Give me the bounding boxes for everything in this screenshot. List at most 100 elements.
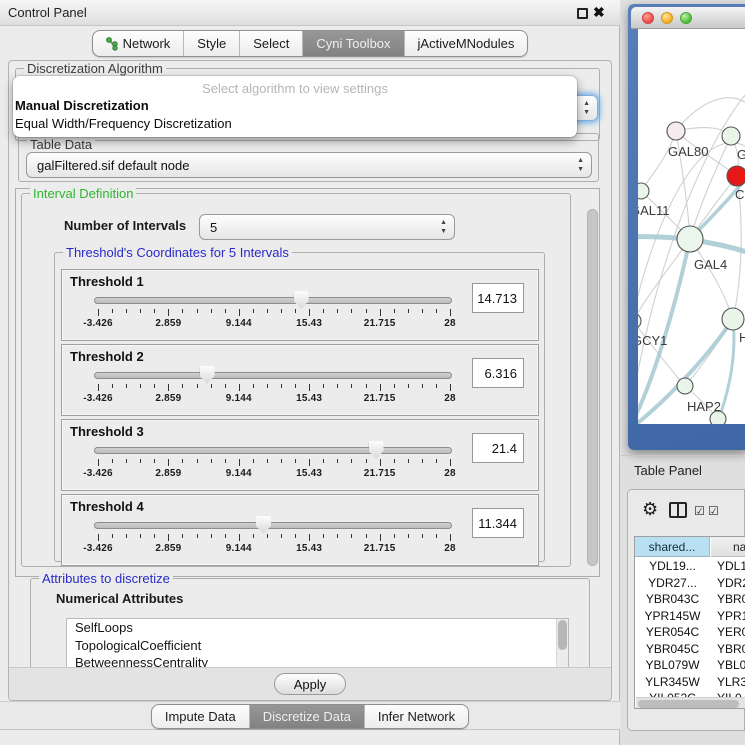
apply-button[interactable]: Apply <box>274 673 346 695</box>
tick-mark <box>267 534 268 538</box>
tick-mark <box>281 384 282 388</box>
slider-thumb-icon[interactable] <box>200 366 215 384</box>
tab-label: jActiveMNodules <box>418 31 515 56</box>
scale-label: 9.144 <box>209 393 269 404</box>
float-window-icon[interactable] <box>577 8 588 19</box>
threshold-slider-track[interactable] <box>94 297 452 304</box>
attribute-list-item[interactable]: BetweennessCentrality <box>67 654 568 668</box>
scale-label: 9.144 <box>209 468 269 479</box>
split-view-icon[interactable] <box>669 502 687 518</box>
tab-infer-network[interactable]: Infer Network <box>364 705 468 728</box>
tick-mark <box>337 384 338 388</box>
number-of-intervals-label: Number of Intervals <box>64 218 186 233</box>
tick-mark <box>351 309 352 313</box>
slider-thumb-icon[interactable] <box>294 291 309 309</box>
table-row[interactable]: YPR145WYPR1 <box>635 608 745 625</box>
tab-style[interactable]: Style <box>183 31 239 56</box>
checkbox-icon[interactable]: ☑ <box>694 504 705 518</box>
tab-select[interactable]: Select <box>239 31 302 56</box>
tick-mark <box>380 459 381 466</box>
column-header-shared-name[interactable]: shared... <box>635 537 710 557</box>
tab-network[interactable]: Network <box>93 31 184 56</box>
network-node[interactable] <box>727 166 745 186</box>
tick-mark <box>112 309 113 313</box>
table-row[interactable]: YDL19...YDL1 <box>635 558 745 575</box>
scale-label: 21.715 <box>350 543 410 554</box>
network-node[interactable] <box>677 226 703 252</box>
table-panel-title: Table Panel <box>634 463 702 478</box>
network-node[interactable] <box>722 127 740 145</box>
checkbox-icon[interactable]: ☑ <box>708 504 719 518</box>
cell-name: YER0 <box>717 624 745 640</box>
tick-mark <box>211 309 212 313</box>
table-data-group: Table Data galFiltered.sif default node … <box>18 133 599 182</box>
attribute-list-item[interactable]: SelfLoops <box>67 619 568 637</box>
threshold-value-field[interactable] <box>472 283 524 313</box>
cell-shared-name: YLR345W <box>635 674 710 690</box>
vertical-scrollbar[interactable] <box>587 209 598 566</box>
table-row[interactable]: YBR045CYBR0 <box>635 641 745 658</box>
algorithm-option-manual[interactable]: Manual Discretization <box>15 98 149 113</box>
tick-mark <box>126 384 127 388</box>
attributes-scrollbar[interactable] <box>556 619 568 668</box>
table-row[interactable]: YLR345WYLR3 <box>635 674 745 691</box>
algorithm-option-equal-width[interactable]: Equal Width/Frequency Discretization <box>15 116 232 131</box>
network-canvas[interactable]: GAL80GACGAL11GAL4GCY1HHAP2 <box>638 29 745 424</box>
close-icon[interactable]: ✖ <box>593 4 605 21</box>
network-node[interactable] <box>638 313 641 329</box>
minimize-traffic-light-icon[interactable] <box>661 12 673 24</box>
interval-definition-group: Interval Definition Number of Intervals … <box>21 193 571 567</box>
threshold-slider-track[interactable] <box>94 372 452 379</box>
slider-thumb-icon[interactable] <box>369 441 384 459</box>
close-traffic-light-icon[interactable] <box>642 12 654 24</box>
scale-label: -3.426 <box>68 393 128 404</box>
network-node[interactable] <box>667 122 685 140</box>
tick-mark <box>309 384 310 391</box>
table-row[interactable]: YBR043CYBR0 <box>635 591 745 608</box>
network-node[interactable] <box>722 308 744 330</box>
cell-name: YDL1 <box>717 558 745 574</box>
threshold-slider-track[interactable] <box>94 447 452 454</box>
slider-ticks <box>98 309 450 316</box>
column-header-name[interactable]: na <box>711 537 745 557</box>
tick-mark <box>168 309 169 316</box>
tick-mark <box>394 459 395 463</box>
tick-mark <box>182 384 183 388</box>
tab-jactivemnodules[interactable]: jActiveMNodules <box>404 31 528 56</box>
table-data-combo[interactable]: galFiltered.sif default node ▲▼ <box>26 152 592 178</box>
scale-label: 2.859 <box>138 393 198 404</box>
tick-mark <box>281 309 282 313</box>
tick-mark <box>436 309 437 313</box>
tab-cyni-toolbox[interactable]: Cyni Toolbox <box>302 31 403 56</box>
tick-mark <box>112 459 113 463</box>
network-node[interactable] <box>677 378 693 394</box>
threshold-box: Threshold 2-3.4262.8599.14415.4321.71528 <box>61 344 539 416</box>
tick-mark <box>98 459 99 466</box>
tick-mark <box>253 534 254 538</box>
table-row[interactable]: YER054CYER0 <box>635 624 745 641</box>
tick-mark <box>225 309 226 313</box>
slider-thumb-icon[interactable] <box>256 516 271 534</box>
threshold-slider-track[interactable] <box>94 522 452 529</box>
number-of-intervals-combo[interactable]: 5 ▲▼ <box>199 214 455 240</box>
gear-icon[interactable]: ⚙ <box>642 499 658 520</box>
table-row[interactable]: YBL079WYBL0 <box>635 657 745 674</box>
table-row[interactable]: YDR27...YDR2 <box>635 575 745 592</box>
attribute-list-item[interactable]: TopologicalCoefficient <box>67 637 568 655</box>
tick-mark <box>197 459 198 463</box>
tab-impute-data[interactable]: Impute Data <box>152 705 249 728</box>
tick-mark <box>309 459 310 466</box>
threshold-value-field[interactable] <box>472 508 524 538</box>
horizontal-scrollbar <box>636 697 745 709</box>
tick-mark <box>422 459 423 463</box>
tab-discretize-data[interactable]: Discretize Data <box>249 705 364 728</box>
tick-mark <box>98 384 99 391</box>
tick-mark <box>154 534 155 538</box>
tick-mark <box>239 309 240 316</box>
horizontal-scrollbar-thumb[interactable] <box>638 700 739 708</box>
network-node[interactable] <box>638 183 649 199</box>
zoom-traffic-light-icon[interactable] <box>680 12 692 24</box>
network-window-titlebar[interactable] <box>631 7 745 29</box>
threshold-value-field[interactable] <box>472 433 524 463</box>
threshold-value-field[interactable] <box>472 358 524 388</box>
